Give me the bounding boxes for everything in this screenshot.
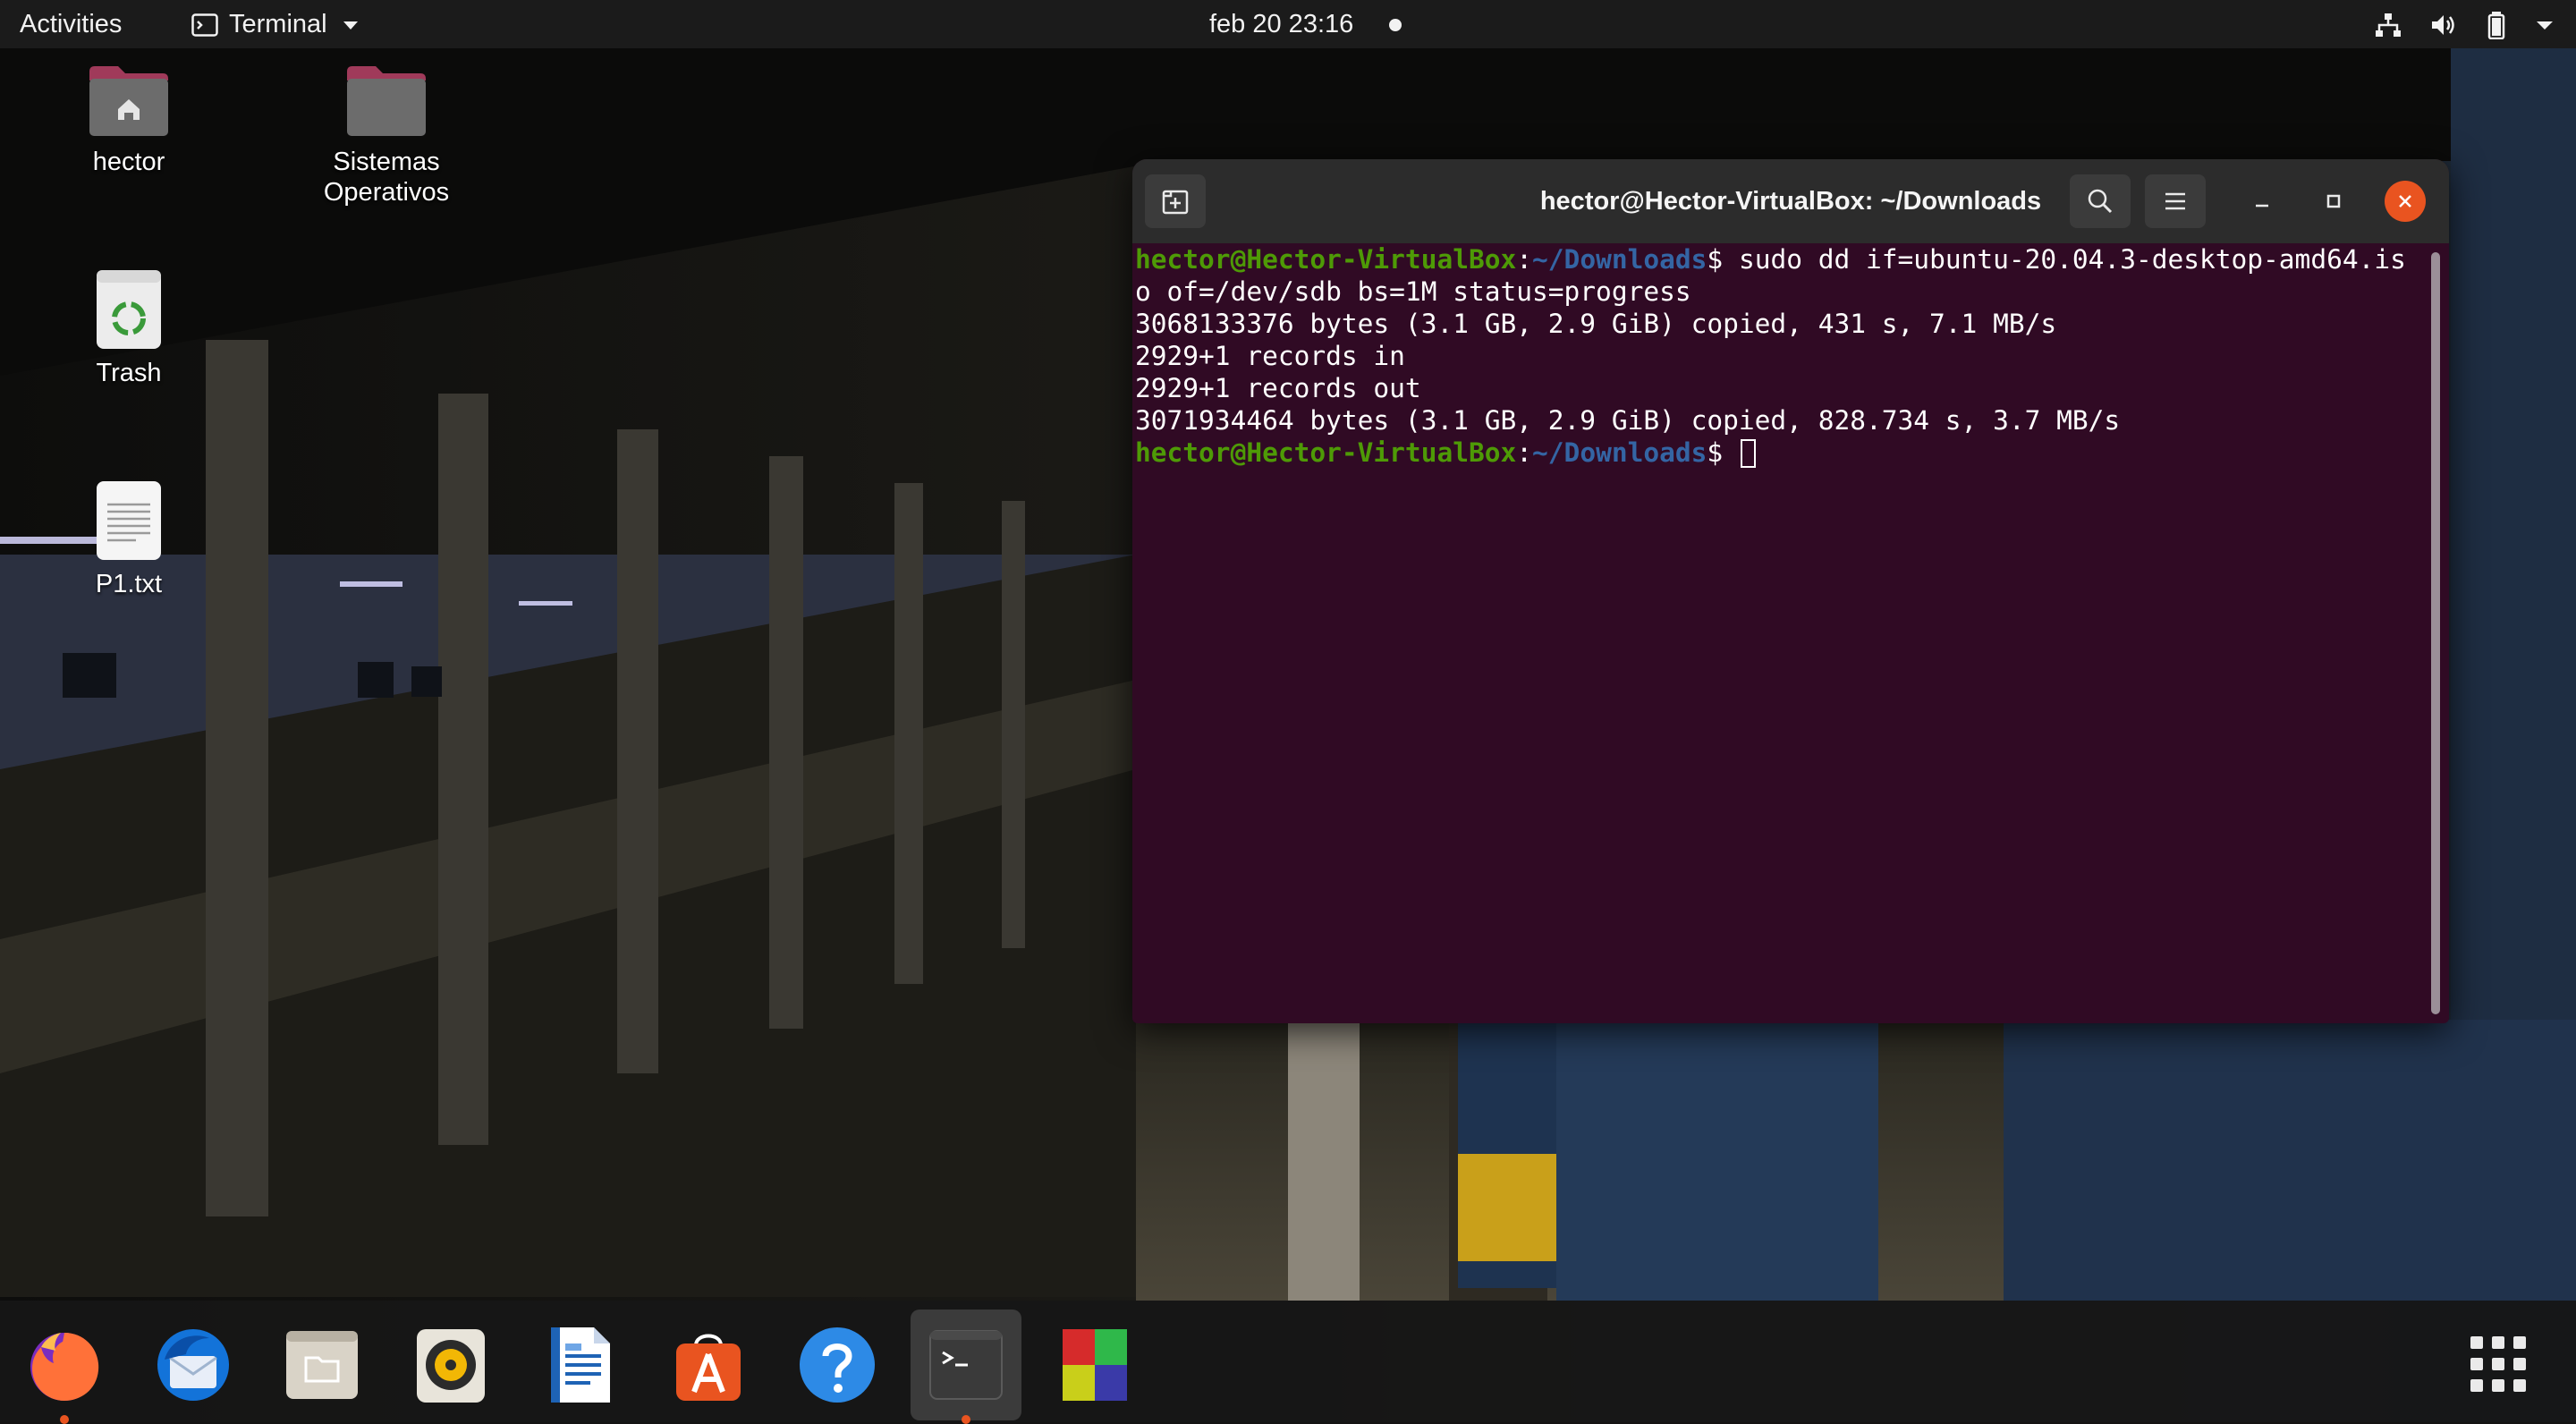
files-icon — [286, 1331, 358, 1399]
app-menu-label: Terminal — [229, 10, 327, 38]
terminal-line: 2929+1 records out — [1135, 373, 1421, 403]
firefox-icon — [30, 1333, 99, 1401]
dock-help[interactable] — [782, 1310, 893, 1420]
command-text: sudo dd if=ubuntu-20.04.3-desktop-amd64.… — [1738, 244, 2406, 275]
minimize-button[interactable] — [2241, 181, 2283, 222]
network-wired-icon — [2375, 13, 2401, 38]
home-folder-icon — [89, 66, 168, 136]
desktop-icon-text-file[interactable]: P1.txt — [39, 479, 218, 599]
new-tab-button[interactable] — [1145, 174, 1206, 228]
desktop-icon-home[interactable]: hector — [39, 63, 218, 177]
text-cursor — [1740, 439, 1756, 468]
dock-terminal[interactable] — [911, 1310, 1021, 1424]
terminal-icon — [929, 1330, 1003, 1400]
prompt-path: ~/Downloads — [1532, 244, 1707, 275]
search-icon — [2088, 189, 2113, 214]
hamburger-menu-button[interactable] — [2145, 174, 2206, 228]
notification-dot — [1389, 19, 1402, 31]
libreoffice-writer-icon — [551, 1327, 610, 1403]
dock-files[interactable] — [267, 1310, 377, 1420]
prompt-separator: : — [1516, 437, 1533, 468]
folder-icon — [347, 66, 426, 136]
terminal-line: 2929+1 records in — [1135, 341, 1405, 371]
running-indicator — [962, 1415, 970, 1424]
terminal-window[interactable]: hector@Hector-VirtualBox: ~/Downloads he… — [1132, 159, 2449, 1023]
terminal-line: hector@Hector-VirtualBox:~/Downloads$ — [1135, 437, 2429, 469]
show-applications-button[interactable] — [2458, 1324, 2538, 1404]
desktop-icon-label: hector — [92, 148, 165, 176]
battery-icon — [2487, 12, 2505, 40]
dock-ubuntu-software[interactable] — [653, 1310, 764, 1420]
dock-firefox[interactable] — [9, 1310, 120, 1424]
running-indicator — [60, 1415, 69, 1424]
close-button[interactable] — [2385, 181, 2426, 222]
maximize-button[interactable] — [2313, 181, 2354, 222]
search-button[interactable] — [2070, 174, 2131, 228]
prompt-path: ~/Downloads — [1532, 437, 1707, 468]
dock-thunderbird[interactable] — [138, 1310, 249, 1420]
chevron-down-icon — [343, 21, 358, 30]
system-menu-chevron-icon — [2537, 21, 2553, 30]
desktop-icon-label: Trash — [96, 359, 162, 387]
desktop-icon-label-line2: Operativos — [323, 178, 450, 207]
prompt-separator: : — [1516, 244, 1533, 275]
dock — [0, 1301, 2576, 1424]
desktop-icon-label-line1: Sistemas — [333, 148, 440, 176]
close-icon — [2399, 195, 2411, 208]
terminal-line: hector@Hector-VirtualBox:~/Downloads$ su… — [1135, 243, 2429, 275]
trash-icon — [97, 270, 161, 349]
prompt-user: hector@Hector-VirtualBox — [1135, 244, 1517, 275]
virtualbox-icon — [1063, 1329, 1127, 1401]
terminal-output[interactable]: hector@Hector-VirtualBox:~/Downloads$ su… — [1132, 243, 2429, 1023]
thunderbird-icon — [157, 1329, 229, 1401]
terminal-line: 3068133376 bytes (3.1 GB, 2.9 GiB) copie… — [1135, 309, 2057, 339]
dock-rhythmbox[interactable] — [395, 1310, 506, 1420]
prompt-symbol: $ — [1707, 244, 1739, 275]
ubuntu-software-icon — [676, 1334, 741, 1401]
app-menu-button[interactable]: Terminal — [191, 0, 360, 48]
terminal-small-icon — [191, 13, 218, 38]
terminal-line: 3071934464 bytes (3.1 GB, 2.9 GiB) copie… — [1135, 405, 2121, 436]
prompt-symbol: $ — [1707, 437, 1739, 468]
desktop-icon-label: P1.txt — [95, 570, 163, 598]
clock[interactable]: feb 20 23:16 — [1209, 0, 1353, 48]
prompt-user: hector@Hector-VirtualBox — [1135, 437, 1517, 468]
terminal-scrollbar[interactable] — [2431, 252, 2440, 1014]
top-bar: Activities Terminal feb 20 23:16 — [0, 0, 2576, 48]
dock-virtualbox[interactable] — [1039, 1310, 1150, 1420]
maximize-icon — [2326, 194, 2341, 208]
system-tray[interactable] — [2354, 0, 2555, 48]
text-file-icon — [97, 481, 161, 560]
rhythmbox-icon — [417, 1329, 485, 1403]
activities-button[interactable]: Activities — [20, 0, 122, 48]
desktop-icon-trash[interactable]: Trash — [39, 268, 218, 388]
volume-icon — [2431, 15, 2454, 36]
help-icon — [800, 1327, 875, 1403]
minimize-icon — [2256, 204, 2268, 208]
new-tab-icon — [1162, 190, 1189, 215]
desktop-icon-folder[interactable]: Sistemas Operativos — [297, 63, 476, 208]
dock-libreoffice-writer[interactable] — [524, 1310, 635, 1420]
terminal-line: o of=/dev/sdb bs=1M status=progress — [1135, 276, 1691, 307]
hamburger-icon — [2165, 192, 2185, 210]
show-applications-icon — [2470, 1336, 2526, 1392]
